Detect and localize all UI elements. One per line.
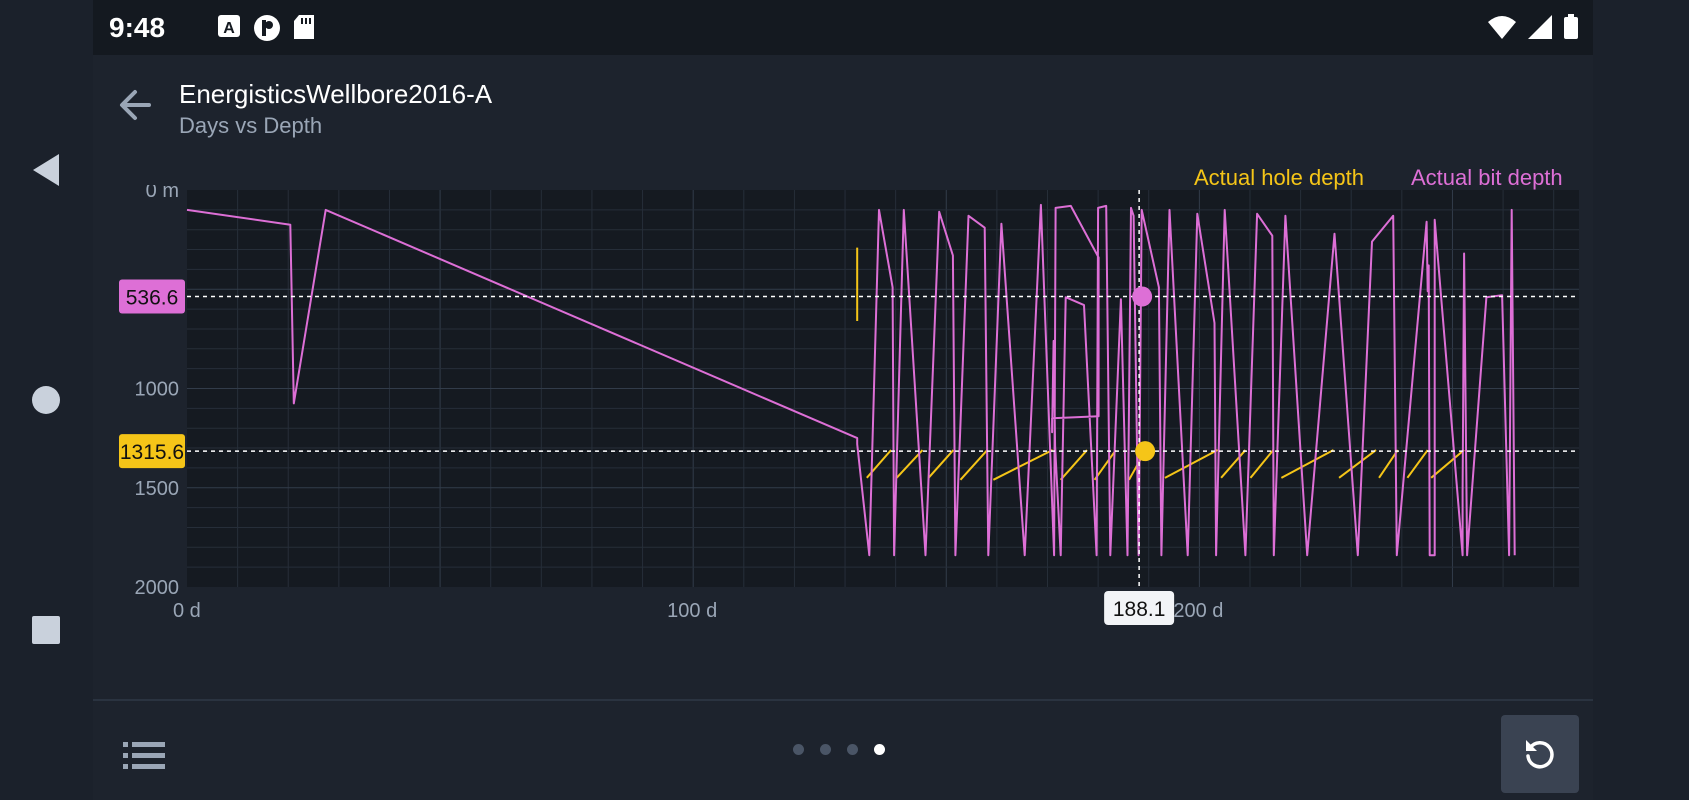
nav-home-icon[interactable] (26, 380, 66, 420)
page-title: EnergisticsWellbore2016-A (179, 79, 493, 109)
x-crosshair-badge: 188.1 (1113, 598, 1166, 621)
x-tick-label: 0 d (173, 600, 201, 622)
page-dot[interactable] (820, 744, 831, 755)
x-tick-label: 100 d (667, 600, 717, 622)
app-content: EnergisticsWellbore2016-A Days vs Depth … (93, 55, 1593, 800)
divider (93, 699, 1593, 701)
x-tick-label: 200 d (1173, 600, 1223, 622)
refresh-button[interactable] (1501, 715, 1579, 793)
sd-icon (293, 14, 315, 47)
page-dot[interactable] (847, 744, 858, 755)
battery-icon (1563, 14, 1579, 45)
bit-depth-marker (1132, 286, 1153, 307)
navigation-bar (0, 0, 93, 800)
a-icon: A (217, 14, 241, 47)
page-subtitle: Days vs Depth (179, 113, 323, 138)
refresh-icon (1526, 740, 1554, 769)
svg-text:A: A (223, 20, 235, 37)
page-indicator (793, 744, 885, 755)
y-tick-label: 0 m (146, 185, 179, 202)
page-dot[interactable] (793, 744, 804, 755)
signal-icon (1527, 14, 1553, 45)
page-dot-active[interactable] (874, 744, 885, 755)
back-arrow-icon[interactable] (115, 85, 155, 125)
nav-recents-icon[interactable] (26, 610, 66, 650)
status-bar: 9:48 A (93, 0, 1593, 55)
hole-depth-badge: 1315.6 (120, 441, 184, 464)
nav-back-icon[interactable] (26, 150, 66, 190)
days-vs-depth-chart[interactable]: 0 m 1000 1500 20000 d 100 d 200 d 536.6 1315.6 1… (93, 185, 1593, 705)
hole-depth-marker (1135, 441, 1156, 462)
y-tick-label: 1000 (135, 379, 180, 401)
p-icon (253, 14, 281, 47)
status-time: 9:48 (109, 12, 166, 43)
y-tick-label: 1500 (135, 478, 180, 500)
bit-depth-badge: 536.6 (126, 287, 179, 310)
y-tick-label: 2000 (135, 577, 180, 599)
list-icon[interactable] (121, 738, 169, 774)
wifi-icon (1487, 14, 1517, 45)
